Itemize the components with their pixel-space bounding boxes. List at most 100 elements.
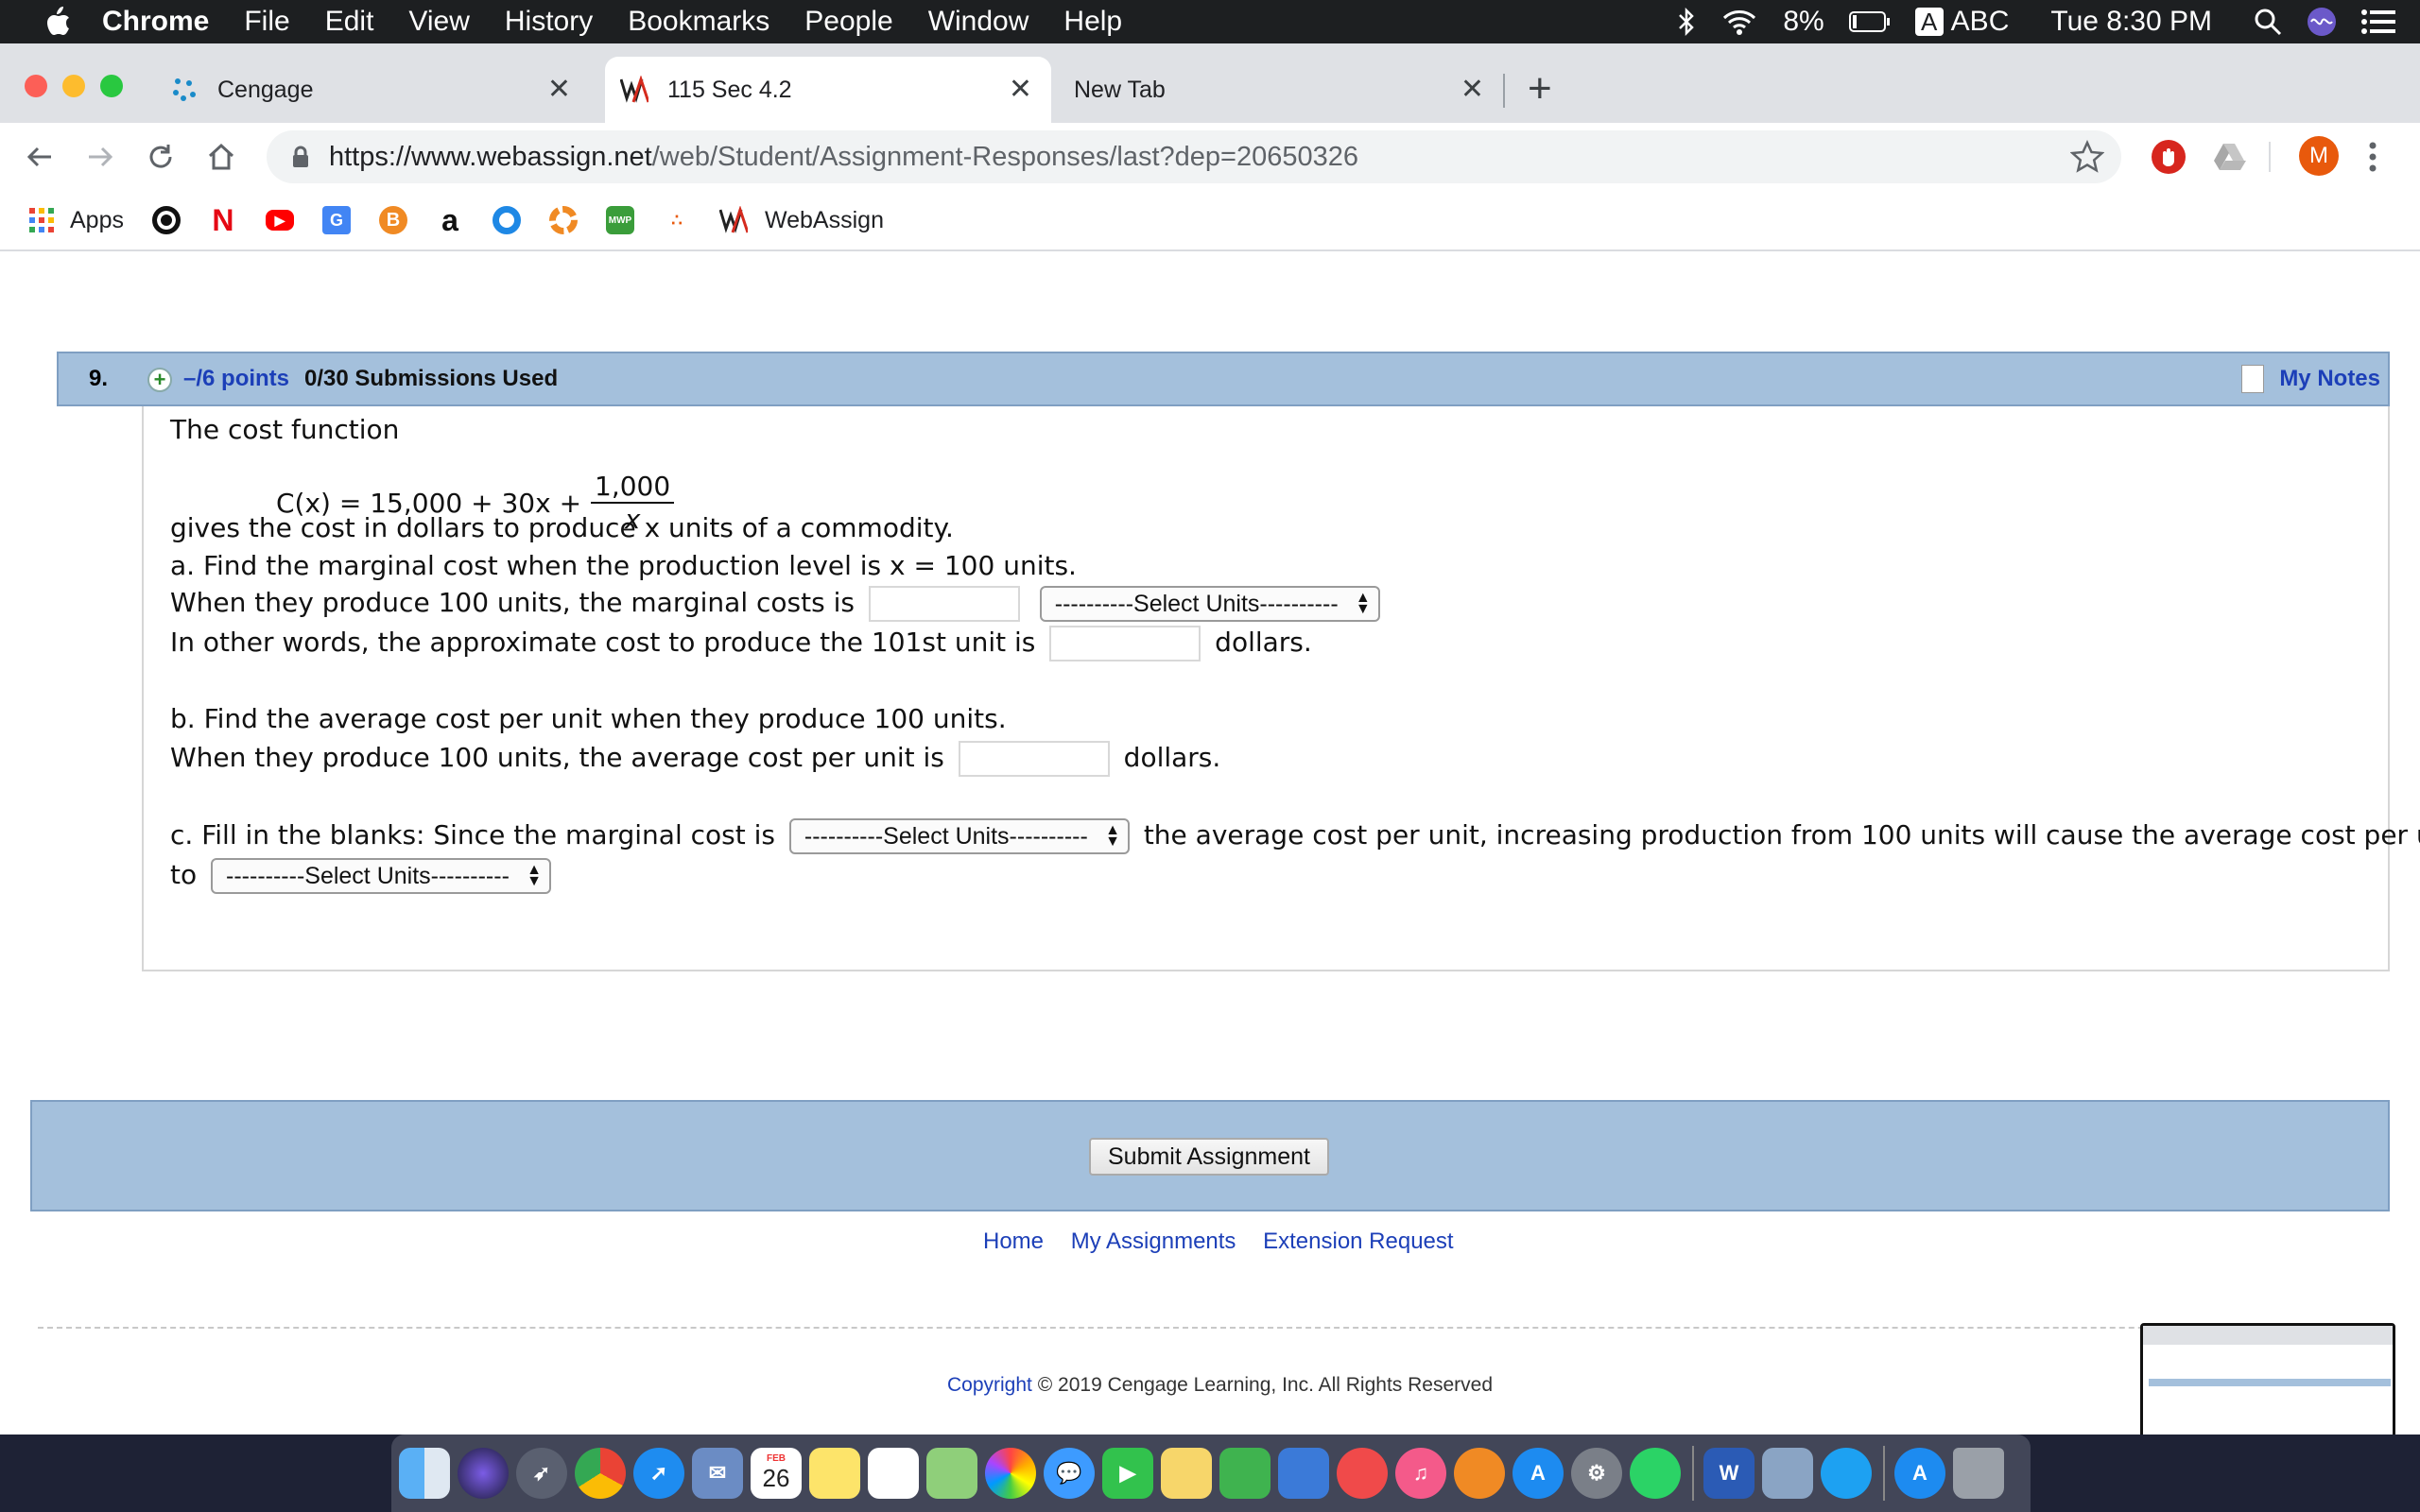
copyright-text: © 2019 Cengage Learning, Inc. All Rights…	[1037, 1374, 1494, 1396]
applications-folder-icon[interactable]: A	[1894, 1448, 1945, 1499]
chrome-icon[interactable]	[575, 1448, 626, 1499]
whatsapp-icon[interactable]	[1630, 1448, 1681, 1499]
trash-icon[interactable]	[1953, 1448, 2004, 1499]
facetime-icon[interactable]: ▶	[1102, 1448, 1153, 1499]
menu-history[interactable]: History	[505, 6, 593, 38]
marginal-vs-average-select[interactable]: ----------Select Units---------- ▲ ▼	[788, 818, 1130, 854]
menu-bookmarks[interactable]: Bookmarks	[628, 6, 769, 38]
preview-icon[interactable]	[1762, 1448, 1813, 1499]
extension-request-link[interactable]: Extension Request	[1263, 1228, 1453, 1254]
menu-file[interactable]: File	[244, 6, 289, 38]
average-cost-input[interactable]	[958, 741, 1110, 777]
submit-assignment-button[interactable]: Submit Assignment	[1089, 1138, 1329, 1176]
bookmark-9[interactable]: ∴	[663, 206, 691, 234]
back-button[interactable]	[19, 136, 60, 178]
tab-cengage[interactable]: Cengage ✕	[155, 57, 590, 123]
menu-help[interactable]: Help	[1063, 6, 1122, 38]
question-gives: gives the cost in dollars to produce x u…	[170, 512, 954, 543]
tab-115-sec-4-2[interactable]: 115 Sec 4.2 ✕	[605, 57, 1051, 123]
new-tab-button[interactable]: +	[1528, 68, 1552, 110]
twitter-icon[interactable]	[1821, 1448, 1872, 1499]
adblock-extension-icon[interactable]	[2152, 140, 2186, 174]
part-c-end-text: to	[170, 859, 198, 890]
bookmark-6[interactable]	[492, 206, 521, 234]
formula-numerator: 1,000	[591, 471, 675, 504]
notes-icon[interactable]	[809, 1448, 860, 1499]
safari-icon[interactable]: ➚	[633, 1448, 684, 1499]
forward-arrow-icon	[89, 146, 113, 167]
bookmark-google-translate[interactable]: G	[321, 206, 351, 234]
calendar-icon[interactable]: FEB 26	[751, 1448, 802, 1499]
siri-icon[interactable]	[2307, 7, 2337, 37]
maps-icon[interactable]	[926, 1448, 977, 1499]
pages-icon[interactable]	[1161, 1448, 1212, 1499]
bookmark-7[interactable]	[548, 206, 578, 234]
battery-percent[interactable]: 8%	[1783, 6, 1824, 38]
expand-plus-icon[interactable]: +	[147, 368, 172, 392]
minimize-window-button[interactable]	[62, 75, 85, 97]
menu-window[interactable]: Window	[928, 6, 1029, 38]
system-preferences-icon[interactable]: ⚙	[1571, 1448, 1622, 1499]
close-tab-icon[interactable]: ✕	[547, 76, 571, 104]
copyright-link[interactable]: Copyright	[947, 1374, 1032, 1396]
zoom-window-button[interactable]	[100, 75, 123, 97]
books-icon[interactable]	[1454, 1448, 1505, 1499]
bookmark-4[interactable]: B	[378, 206, 407, 234]
messages-icon[interactable]: 💬	[1044, 1448, 1095, 1499]
bookmark-1[interactable]	[151, 206, 181, 234]
profile-avatar[interactable]: M	[2299, 136, 2339, 176]
drive-extension-icon[interactable]	[2212, 140, 2246, 174]
photos-icon[interactable]	[985, 1448, 1036, 1499]
bookmark-youtube[interactable]: ▶	[265, 210, 294, 231]
menu-people[interactable]: People	[804, 6, 892, 38]
home-button[interactable]	[200, 136, 242, 178]
finder-icon[interactable]	[399, 1448, 450, 1499]
input-source-label[interactable]: ABC	[1951, 6, 2010, 38]
bookmark-amazon[interactable]: a	[436, 203, 464, 237]
clock[interactable]: Tue 8:30 PM	[2050, 6, 2212, 38]
menu-app-name[interactable]: Chrome	[102, 6, 209, 38]
bookmark-apps[interactable]: Apps	[28, 207, 124, 234]
spotlight-search-icon[interactable]	[2254, 8, 2282, 36]
my-assignments-link[interactable]: My Assignments	[1071, 1228, 1236, 1254]
lock-icon[interactable]	[291, 146, 310, 168]
tab-new-tab[interactable]: New Tab ✕	[1059, 57, 1503, 123]
bookmark-8[interactable]: MWP	[605, 206, 634, 234]
question-points-link[interactable]: –/6 points	[183, 366, 289, 392]
notification-center-icon[interactable]	[2361, 9, 2395, 34]
battery-icon[interactable]	[1848, 10, 1891, 33]
bluetooth-icon[interactable]	[1677, 8, 1696, 36]
siri-icon[interactable]	[458, 1448, 509, 1499]
address-bar[interactable]: https://www.webassign.net/web/Student/As…	[267, 130, 2121, 183]
close-window-button[interactable]	[25, 75, 47, 97]
chrome-menu-icon[interactable]	[2368, 138, 2377, 176]
my-notes-link[interactable]: My Notes	[2241, 365, 2380, 393]
word-icon[interactable]: W	[1703, 1448, 1754, 1499]
bookmark-star-icon[interactable]	[2070, 140, 2104, 174]
reload-button[interactable]	[140, 136, 182, 178]
close-tab-icon[interactable]: ✕	[1009, 76, 1032, 104]
input-source-icon[interactable]: A	[1914, 8, 1944, 36]
itunes-icon[interactable]: ♫	[1395, 1448, 1446, 1499]
app-store-icon[interactable]: A	[1512, 1448, 1564, 1499]
url-path: /web/Student/Assignment-Responses/last?d…	[651, 141, 1358, 172]
home-link[interactable]: Home	[983, 1228, 1044, 1254]
average-cost-change-select[interactable]: ----------Select Units---------- ▲ ▼	[211, 858, 552, 894]
keynote-icon[interactable]	[1278, 1448, 1329, 1499]
close-tab-icon[interactable]: ✕	[1461, 76, 1484, 104]
reminders-icon[interactable]	[868, 1448, 919, 1499]
apple-icon[interactable]	[43, 6, 72, 38]
marginal-cost-units-select[interactable]: ----------Select Units---------- ▲ ▼	[1039, 586, 1380, 622]
wifi-icon[interactable]	[1720, 8, 1758, 36]
bookmark-webassign[interactable]: WebAssign	[718, 206, 884, 234]
menu-view[interactable]: View	[408, 6, 469, 38]
bookmark-netflix[interactable]: N	[209, 203, 237, 237]
numbers-icon[interactable]	[1219, 1448, 1270, 1499]
marginal-cost-input[interactable]	[868, 586, 1020, 622]
news-icon[interactable]	[1337, 1448, 1388, 1499]
launchpad-icon[interactable]: ➶	[516, 1448, 567, 1499]
cost-101st-unit-input[interactable]	[1049, 626, 1201, 662]
menu-edit[interactable]: Edit	[325, 6, 374, 38]
mail-stamp-icon[interactable]: ✉	[692, 1448, 743, 1499]
forward-button[interactable]	[79, 136, 121, 178]
